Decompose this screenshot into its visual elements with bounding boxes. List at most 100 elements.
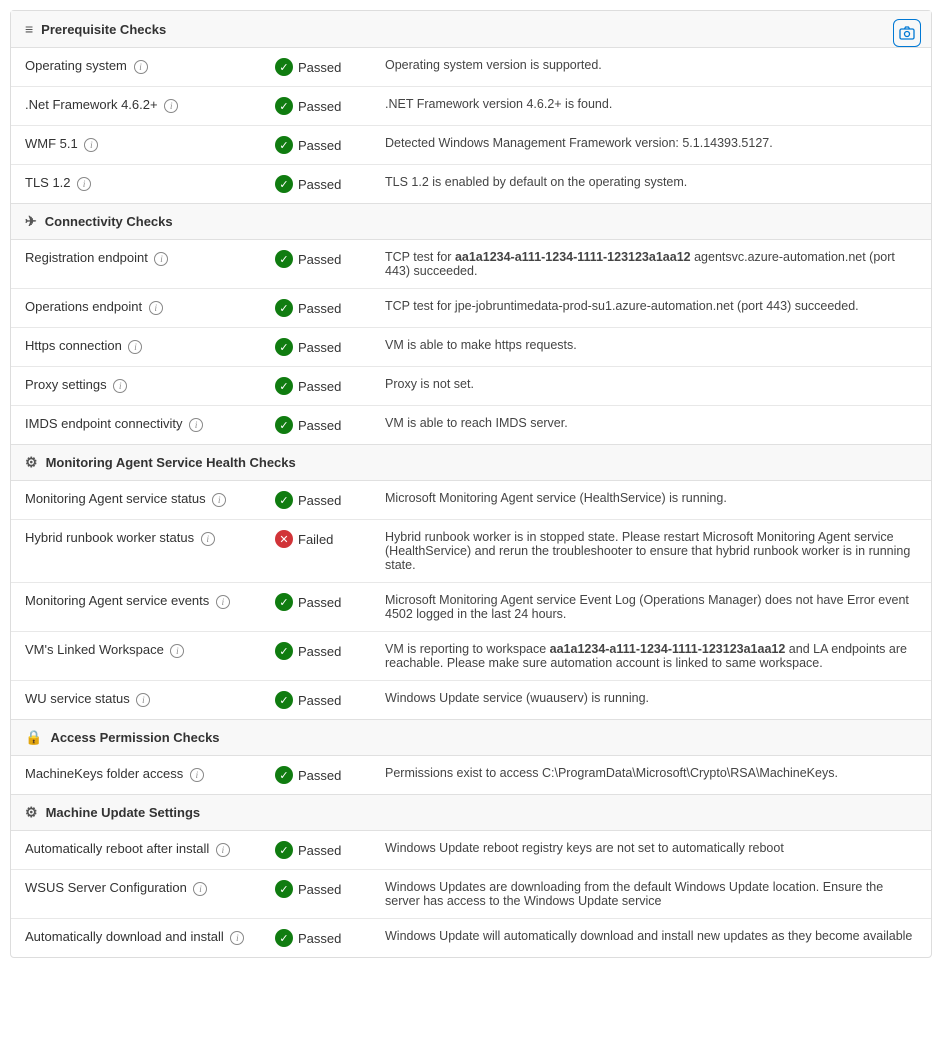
status-passed: ✓ Passed [275,416,357,434]
info-icon[interactable]: i [201,532,215,546]
passed-icon: ✓ [275,97,293,115]
info-icon[interactable]: i [84,138,98,152]
table-row: Automatically reboot after install i ✓ P… [11,831,931,870]
table-row: .Net Framework 4.6.2+ i ✓ Passed .NET Fr… [11,87,931,126]
check-description: Operating system version is supported. [371,48,931,87]
info-icon[interactable]: i [164,99,178,113]
check-name: Operating system i [11,48,261,87]
check-description: Microsoft Monitoring Agent service (Heal… [371,481,931,520]
monitoring-header: ⚙ Monitoring Agent Service Health Checks [11,444,931,481]
info-icon[interactable]: i [136,693,150,707]
passed-icon: ✓ [275,416,293,434]
status-passed: ✓ Passed [275,338,357,356]
status-passed: ✓ Passed [275,250,357,268]
status-passed: ✓ Passed [275,175,357,193]
check-name: Automatically download and install i [11,919,261,958]
info-icon[interactable]: i [212,493,226,507]
passed-icon: ✓ [275,250,293,268]
check-description: .NET Framework version 4.6.2+ is found. [371,87,931,126]
passed-icon: ✓ [275,491,293,509]
monitoring-table: Monitoring Agent service status i ✓ Pass… [11,481,931,719]
check-status: ✓ Passed [261,632,371,681]
info-icon[interactable]: i [193,882,207,896]
status-passed: ✓ Passed [275,593,357,611]
passed-icon: ✓ [275,58,293,76]
check-status: ✓ Passed [261,406,371,445]
connectivity-icon: ✈ [25,213,37,230]
table-row: WMF 5.1 i ✓ Passed Detected Windows Mana… [11,126,931,165]
access-icon: 🔒 [25,729,42,746]
passed-icon: ✓ [275,880,293,898]
info-icon[interactable]: i [113,379,127,393]
table-row: Monitoring Agent service events i ✓ Pass… [11,583,931,632]
check-name: VM's Linked Workspace i [11,632,261,681]
status-passed: ✓ Passed [275,642,357,660]
check-description: Windows Update service (wuauserv) is run… [371,681,931,720]
machineupdate-icon: ⚙ [25,804,38,821]
info-icon[interactable]: i [128,340,142,354]
info-icon[interactable]: i [190,768,204,782]
access-title: Access Permission Checks [50,730,219,745]
access-table: MachineKeys folder access i ✓ Passed Per… [11,756,931,794]
check-name: Monitoring Agent service events i [11,583,261,632]
info-icon[interactable]: i [154,252,168,266]
passed-icon: ✓ [275,766,293,784]
info-icon[interactable]: i [189,418,203,432]
highlight-text: aa1a1234-a111-1234-1111-123123a1aa12 [550,642,786,656]
status-passed: ✓ Passed [275,299,357,317]
info-icon[interactable]: i [77,177,91,191]
connectivity-header: ✈ Connectivity Checks [11,203,931,240]
info-icon[interactable]: i [216,595,230,609]
check-description: VM is reporting to workspace aa1a1234-a1… [371,632,931,681]
check-status: ✓ Passed [261,481,371,520]
monitoring-icon: ⚙ [25,454,38,471]
table-row: Hybrid runbook worker status i ✕ Failed … [11,520,931,583]
table-row: VM's Linked Workspace i ✓ Passed VM is r… [11,632,931,681]
info-icon[interactable]: i [149,301,163,315]
table-row: TLS 1.2 i ✓ Passed TLS 1.2 is enabled by… [11,165,931,204]
check-name: Operations endpoint i [11,289,261,328]
check-description: VM is able to reach IMDS server. [371,406,931,445]
monitoring-title: Monitoring Agent Service Health Checks [46,455,296,470]
access-header: 🔒 Access Permission Checks [11,719,931,756]
check-status: ✓ Passed [261,240,371,289]
table-row: Operations endpoint i ✓ Passed TCP test … [11,289,931,328]
status-passed: ✓ Passed [275,491,357,509]
status-passed: ✓ Passed [275,97,357,115]
check-status: ✕ Failed [261,520,371,583]
status-passed: ✓ Passed [275,691,357,709]
passed-icon: ✓ [275,593,293,611]
status-failed: ✕ Failed [275,530,357,548]
table-row: Automatically download and install i ✓ P… [11,919,931,958]
check-description: Proxy is not set. [371,367,931,406]
check-description: Windows Updates are downloading from the… [371,870,931,919]
connectivity-table: Registration endpoint i ✓ Passed TCP tes… [11,240,931,444]
check-name: WSUS Server Configuration i [11,870,261,919]
screenshot-button[interactable] [893,19,921,47]
machineupdate-table: Automatically reboot after install i ✓ P… [11,831,931,957]
info-icon[interactable]: i [170,644,184,658]
check-status: ✓ Passed [261,87,371,126]
info-icon[interactable]: i [230,931,244,945]
check-status: ✓ Passed [261,48,371,87]
check-status: ✓ Passed [261,681,371,720]
check-name: Proxy settings i [11,367,261,406]
table-row: Monitoring Agent service status i ✓ Pass… [11,481,931,520]
check-description: TLS 1.2 is enabled by default on the ope… [371,165,931,204]
failed-icon: ✕ [275,530,293,548]
status-passed: ✓ Passed [275,58,357,76]
check-name: Registration endpoint i [11,240,261,289]
passed-icon: ✓ [275,299,293,317]
main-container: ≡ Prerequisite Checks Operating system i… [10,10,932,958]
check-status: ✓ Passed [261,831,371,870]
info-icon[interactable]: i [134,60,148,74]
prerequisite-icon: ≡ [25,21,33,37]
check-name: WU service status i [11,681,261,720]
check-name: .Net Framework 4.6.2+ i [11,87,261,126]
check-name: Https connection i [11,328,261,367]
highlight-text: aa1a1234-a111-1234-1111-123123a1aa12 [455,250,691,264]
info-icon[interactable]: i [216,843,230,857]
check-status: ✓ Passed [261,919,371,958]
machineupdate-title: Machine Update Settings [46,805,201,820]
status-passed: ✓ Passed [275,377,357,395]
